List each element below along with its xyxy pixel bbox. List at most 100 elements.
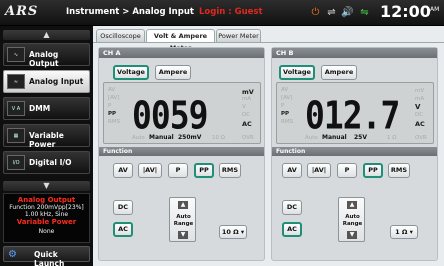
range-up-button[interactable]: ▲: [178, 201, 188, 209]
analog-input-icon: ≈: [7, 74, 25, 89]
variable-power-status-title: Variable Power: [16, 218, 77, 226]
variable-power-status-value: None: [38, 228, 55, 235]
lcd-ac: AC: [415, 120, 425, 128]
breadcrumb: Instrument > Analog Input: [66, 7, 194, 17]
lcd-ac: AC: [242, 120, 252, 128]
clock: 12:00: [380, 2, 431, 21]
sidebar-item-label: Analog Output: [29, 50, 59, 68]
coupling-dc-button[interactable]: DC: [282, 200, 302, 215]
auto-range-control: ▲ Auto Range ▼: [169, 197, 196, 242]
quick-launch-button[interactable]: ⚙ Quick Launch: [3, 246, 90, 266]
channel-title: CH A: [99, 48, 264, 58]
lcd-manual: Manual: [322, 134, 347, 141]
tab-power-meter[interactable]: Power Meter: [216, 29, 261, 42]
lcd-manual: Manual: [149, 134, 174, 141]
login-status[interactable]: Login : Guest: [199, 7, 263, 17]
dmm-icon: V A: [7, 101, 25, 116]
range-down-button[interactable]: ▼: [178, 231, 188, 239]
scroll-up-button[interactable]: ▲: [3, 30, 90, 40]
lcd-dc: DC: [415, 112, 424, 118]
lcd-unit-v: V: [415, 103, 421, 111]
tab-volt-ampere-meter[interactable]: Volt & Ampere Meter: [146, 29, 215, 52]
voltage-mode-button[interactable]: Voltage: [279, 65, 315, 80]
main-panel: Oscilloscope Volt & Ampere Meter Power M…: [93, 26, 444, 266]
sidebar-item-variable-power[interactable]: ▦ Variable Power: [3, 124, 90, 149]
quick-launch-icon: ⚙: [8, 249, 17, 260]
digital-io-icon: I/O: [7, 155, 25, 170]
analog-output-status-line1: Function 200mVpp[23%]: [9, 204, 84, 211]
lcd-indicator-av: AV: [281, 87, 289, 93]
lcd-unit-v: V: [242, 104, 246, 110]
impedance-select[interactable]: 10 Ω ▾: [219, 225, 247, 239]
lcd-indicator-pp: PP: [108, 111, 117, 117]
auto-range-label: Auto Range: [173, 214, 194, 227]
sidebar-item-label: Variable Power: [29, 131, 64, 149]
lcd-display: AV [AV] P PP RMS 012.7 mV mA V DC AC Aut…: [276, 82, 434, 144]
lcd-ohm: 10 Ω: [212, 135, 225, 141]
function-av-button[interactable]: AV: [282, 163, 302, 178]
analog-output-status-title: Analog Output: [17, 196, 76, 204]
auto-range-control: ▲ Auto Range ▼: [338, 197, 365, 242]
app-logo: ARS: [5, 4, 39, 19]
lcd-indicator-p: P: [108, 103, 112, 109]
function-pp-button[interactable]: PP: [363, 163, 383, 178]
chevron-down-icon: ▾: [240, 228, 245, 236]
network-icon[interactable]: ⇋: [358, 7, 371, 19]
impedance-select[interactable]: 1 Ω ▾: [390, 225, 418, 239]
lcd-ovr: OVR: [415, 135, 427, 141]
channel-title: CH B: [272, 48, 437, 58]
tab-divider: [93, 42, 444, 43]
lcd-indicator-av: AV: [108, 87, 116, 93]
function-rms-button[interactable]: RMS: [388, 163, 410, 178]
channel-a-panel: CH A Voltage Ampere AV [AV] P PP RMS 005…: [98, 47, 265, 261]
lcd-ovr: OVR: [242, 135, 254, 141]
lcd-indicator-abs-av: [AV]: [281, 95, 293, 101]
usb-icon[interactable]: ⇌: [325, 7, 338, 19]
sidebar-item-analog-input[interactable]: ≈ Analog Input: [3, 70, 90, 93]
lcd-reading: 012.7: [305, 93, 400, 138]
power-supply-icon: ▦: [7, 128, 25, 143]
function-rms-button[interactable]: RMS: [219, 163, 241, 178]
ampere-mode-button[interactable]: Ampere: [321, 65, 357, 80]
sidebar-item-digital-io[interactable]: I/O Digital I/O: [3, 151, 90, 174]
lcd-indicator-rms: RMS: [108, 119, 121, 125]
function-p-button[interactable]: P: [168, 163, 188, 178]
sidebar-item-label: Digital I/O: [29, 158, 72, 167]
function-p-button[interactable]: P: [337, 163, 357, 178]
lcd-unit-ma: mA: [242, 96, 252, 102]
status-panel: Analog Output Function 200mVpp[23%] 1.00…: [3, 193, 90, 243]
lcd-unit-ma: mA: [415, 96, 425, 102]
volume-icon[interactable]: 🔊: [341, 7, 354, 19]
range-down-button[interactable]: ▼: [347, 231, 357, 239]
lcd-display: AV [AV] P PP RMS 0059 mV mA V DC AC Auto…: [103, 82, 261, 144]
ampere-mode-button[interactable]: Ampere: [155, 65, 191, 80]
function-header: Function: [272, 147, 437, 156]
waveform-icon: ∿: [7, 47, 25, 62]
impedance-value: 10 Ω: [221, 228, 239, 236]
lcd-indicator-abs-av: [AV]: [108, 95, 120, 101]
sidebar-item-label: Analog Input: [29, 77, 84, 86]
coupling-dc-button[interactable]: DC: [113, 200, 133, 215]
function-av-button[interactable]: AV: [113, 163, 133, 178]
power-icon[interactable]: ⏻: [309, 7, 322, 19]
analog-output-status-line2: 1.00 kHz, Sine: [24, 211, 69, 218]
sidebar-item-dmm[interactable]: V A DMM: [3, 97, 90, 120]
function-abs-av-button[interactable]: |AV|: [138, 163, 162, 178]
scroll-down-button[interactable]: ▼: [3, 181, 90, 191]
coupling-ac-button[interactable]: AC: [282, 222, 302, 237]
lcd-reading: 0059: [132, 93, 208, 138]
lcd-indicator-p: P: [281, 103, 285, 109]
sidebar-item-analog-output[interactable]: ∿ Analog Output: [3, 43, 90, 68]
range-up-button[interactable]: ▲: [347, 201, 357, 209]
lcd-unit-mv: mV: [242, 88, 254, 96]
channel-b-panel: CH B Voltage Ampere AV [AV] P PP RMS 012…: [271, 47, 438, 261]
lcd-range: 250mV: [178, 134, 202, 141]
coupling-ac-button[interactable]: AC: [113, 222, 133, 237]
function-abs-av-button[interactable]: |AV|: [307, 163, 331, 178]
sidebar: ▲ ∿ Analog Output ≈ Analog Input V A DMM…: [0, 26, 93, 266]
lcd-ohm: 1 Ω: [387, 135, 397, 141]
tab-oscilloscope[interactable]: Oscilloscope: [96, 29, 145, 42]
voltage-mode-button[interactable]: Voltage: [113, 65, 149, 80]
clock-ampm: AM: [430, 6, 440, 13]
function-pp-button[interactable]: PP: [194, 163, 214, 178]
